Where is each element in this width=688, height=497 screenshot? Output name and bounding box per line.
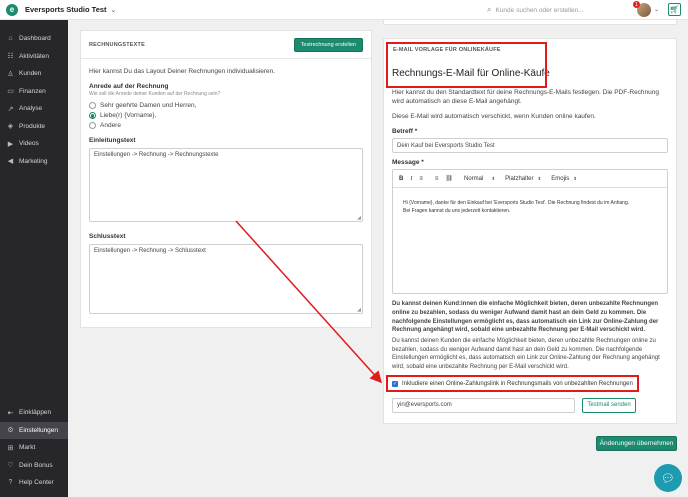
bullet-list-icon[interactable]: ≡ [435,176,439,182]
sidebar-bottom: ⇤ Einkläppen ⚙ Einstellungen ⊞ Markt ♡ Dein … [0,404,68,492]
test-email-row: yin@eversports.com Testmail senden [392,397,668,413]
sidebar-item-collapse[interactable]: ⇤ Einkläppen [0,404,68,422]
search-box[interactable]: ⌕ Kunde suchen oder erstellen... [487,4,619,16]
send-test-mail-button[interactable]: Testmail senden [582,397,636,413]
gear-icon: ⚙ [7,427,14,435]
calendar-icon: ☷ [7,53,14,61]
chevron-down-icon[interactable]: ⌄ [111,6,117,14]
salutation-option-formal[interactable]: Sehr geehrte Damen und Herren, [89,102,363,110]
payment-link-info: Du kannst deinen Kunden die einfache Mög… [392,338,660,371]
collapse-icon: ⇤ [7,409,14,417]
subject-label: Betreff * [392,128,418,136]
select-arrows-icon: ⬍ [537,175,542,181]
sidebar-item-help[interactable]: ? Help Center [0,474,68,492]
message-body[interactable]: Hi {Vorname}, danke für den Einkauf bei … [393,188,667,215]
eversports-logo-icon[interactable]: e [6,3,18,16]
invoice-texts-panel: RECHNUNGSTEXTE Testrechnung erstellen Hi… [80,30,372,328]
sidebar-item-analyse[interactable]: ↗ Analyse [0,100,68,118]
salutation-hint: Wie soll die Anrede deiner Kunden auf de… [89,91,221,98]
placeholder-select[interactable]: Platzhalter ⬍ [505,176,541,182]
plus-square-icon: ⊞ [7,444,14,452]
subject-input[interactable]: Dein Kauf bei Eversports Studio Test [392,138,668,154]
numbered-list-icon[interactable]: ≡ [419,176,423,182]
salutation-label: Anrede auf der Rechnung [89,83,169,91]
heart-icon: ♡ [7,462,14,470]
radio-button-selected[interactable] [89,112,96,120]
link-icon[interactable]: ⛓ [445,175,453,182]
message-editor: B I ≡ ≡ ⛓ Normal ⬍ Platzhalter ⬍ Emojis ⬍ H… [392,169,668,295]
closing-text-field[interactable]: Einstellungen -> Rechnung -> Schlusstext [89,244,363,315]
select-arrows-icon: ⬍ [491,175,496,181]
sidebar: ⌂ Dashboard ☷ Aktivitäten ♙ Kunden ▭ Finanze… [0,20,68,497]
chart-icon: ↗ [7,105,14,113]
create-test-invoice-button[interactable]: Testrechnung erstellen [293,37,363,52]
sidebar-item-dashboard[interactable]: ⌂ Dashboard [0,30,68,48]
user-icon: ♙ [7,70,14,78]
chevron-down-icon[interactable]: ⌄ [654,6,659,13]
message-line: Bei Fragen kannst du uns jederzeit konta… [403,207,511,214]
sidebar-item-kunden[interactable]: ♙ Kunden [0,65,68,83]
format-select[interactable]: Normal ⬍ [464,176,495,182]
panel-intro: Hier kannst Du das Layout Deiner Rechnun… [89,68,276,75]
message-line: Hi {Vorname}, danke für den Einkauf bei … [403,200,630,207]
online-email-template-panel: E-MAIL VORLAGE FÜR ONLINEKÄUFE Rechnungs… [383,38,677,424]
radio-button[interactable] [89,122,96,130]
home-icon: ⌂ [8,35,13,43]
italic-button[interactable]: I [410,176,412,182]
sidebar-item-aktivitaeten[interactable]: ☷ Aktivitäten [0,48,68,66]
user-menu[interactable]: 1 [633,1,651,17]
top-bar: e Eversports Studio Test ⌄ ⌕ Kunde suche… [0,0,688,20]
notification-badge: 1 [633,1,640,8]
sidebar-item-finanzen[interactable]: ▭ Finanzen [0,83,68,101]
editor-toolbar: B I ≡ ≡ ⛓ Normal ⬍ Platzhalter ⬍ Emojis ⬍ [393,170,667,189]
bold-button[interactable]: B [399,176,403,182]
closing-text-label: Schlusstext [89,233,126,241]
intro-text-label: Einleitungstext [89,137,136,145]
panel-title: RECHNUNGSTEXTE [89,41,145,48]
message-label: Message * [392,159,424,167]
money-icon: ▭ [7,88,14,96]
previous-panel-bottom [383,20,677,25]
salutation-option-other[interactable]: Andere [89,122,363,130]
panel-header: RECHNUNGSTEXTE Testrechnung erstellen [81,31,371,59]
apply-changes-button[interactable]: Änderungen übernehmen [596,436,677,451]
search-input[interactable]: Kunde suchen oder erstellen... [495,7,583,14]
studio-name[interactable]: Eversports Studio Test [25,5,107,14]
salutation-option-firstname[interactable]: Liebe(r) {Vorname}, [89,112,363,120]
sidebar-item-einstellungen[interactable]: ⚙ Einstellungen [0,421,68,439]
cart-icon[interactable]: 🛒︎ [668,3,681,16]
megaphone-icon: ◀ [7,158,14,166]
radio-button[interactable] [89,102,96,110]
sidebar-item-produkte[interactable]: ◈ Produkte [0,118,68,136]
select-arrows-icon: ⬍ [573,175,578,181]
intro-text-field[interactable]: Einstellungen -> Rechnung -> Rechnungste… [89,148,363,223]
test-email-input[interactable]: yin@eversports.com [392,397,575,413]
highlight-box-checkbox [386,375,639,392]
sidebar-item-videos[interactable]: ▶ Videos [0,135,68,153]
sidebar-item-bonus[interactable]: ♡ Dein Bonus [0,457,68,475]
chat-bubble-icon[interactable]: 💬︎ [654,464,682,492]
template-description: Hier kannst du den Standardtext für dein… [392,89,660,106]
sidebar-item-marketing[interactable]: ◀ Marketing [0,153,68,171]
sidebar-item-markt[interactable]: ⊞ Markt [0,439,68,457]
emojis-select[interactable]: Emojis ⬍ [551,176,577,182]
video-icon: ▶ [7,140,14,148]
payment-link-info-bold: Du kannst deinen Kund:innen die einfache… [392,301,659,334]
template-auto-send-note: Diese E-Mail wird automatisch verschickt… [392,112,596,120]
box-icon: ◈ [7,123,14,131]
help-icon: ? [8,479,13,487]
highlight-box-title [386,42,547,88]
search-icon: ⌕ [487,5,492,14]
